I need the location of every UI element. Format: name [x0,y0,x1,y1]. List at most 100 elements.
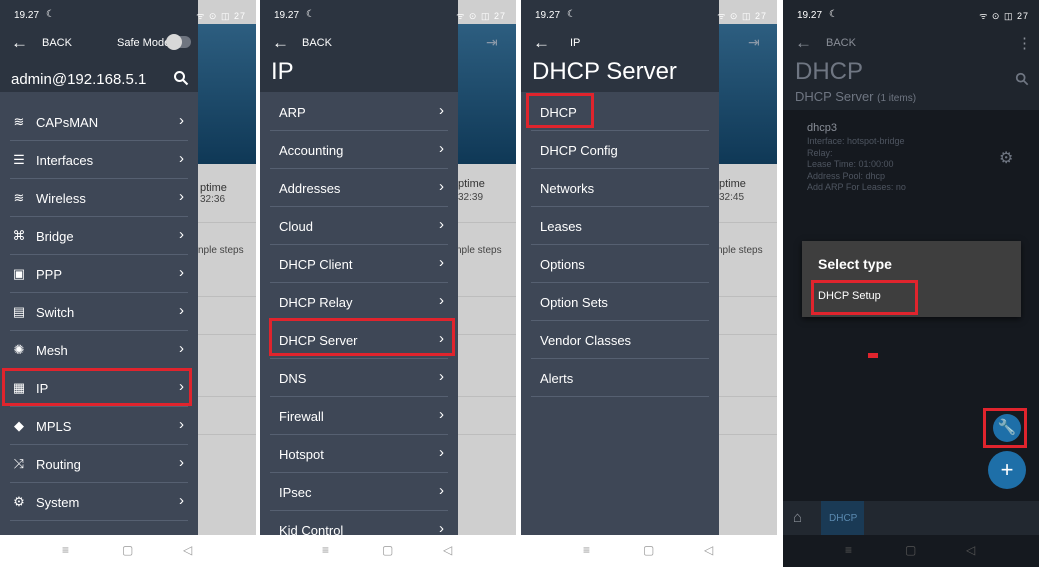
menu-item-ipsec[interactable]: IPsec › [260,473,458,511]
menu-item-dhcp-client[interactable]: DHCP Client › [260,245,458,283]
page-title: IP [271,58,294,85]
menu-item-option-sets[interactable]: Option Sets [521,283,719,321]
home-nav-icon[interactable]: ▢ [122,543,133,557]
menu-item-dns[interactable]: DNS › [260,359,458,397]
chevron-right-icon: › [179,150,184,167]
back-label[interactable]: BACK [826,37,856,49]
menu-nav-icon[interactable]: ≡ [845,543,852,557]
back-arrow-icon[interactable]: ← [272,33,289,53]
status-bar: 19.27 ☾ ᯤ ⊙ ◫ 27 [260,0,516,30]
android-nav-bar: ≡ ▢ ◁ [521,535,777,567]
item-detail-line: Address Pool: dhcp [807,170,886,181]
menu-item-routing[interactable]: ⤨ Routing › [0,445,198,483]
chevron-right-icon: › [179,188,184,205]
menu-item-label: Mesh [36,343,68,358]
menu-item-label: DHCP Config [540,143,618,158]
menu-item-accounting[interactable]: Accounting › [260,131,458,169]
chevron-right-icon: › [179,226,184,243]
menu-item-system[interactable]: ⚙ System › [0,483,198,521]
status-time: 19.27 [535,10,561,21]
menu-item-label: Leases [540,219,582,234]
menu-item-dhcp-config[interactable]: DHCP Config [521,131,719,169]
back-label[interactable]: IP [570,37,580,49]
item-details: Interface: hotspot-bridge Relay: Lease Tim… [807,136,906,194]
menu-item-label: Alerts [540,371,574,386]
back-nav-icon[interactable]: ◁ [443,543,452,557]
menu-item-networks[interactable]: Networks [521,169,719,207]
back-nav-icon[interactable]: ◁ [183,543,192,557]
bottom-tab-bar: ⌂ DHCP [783,501,1039,535]
highlight-dhcp-setup [811,280,918,315]
wifi-icon: ≋ [13,190,25,205]
menu-item-cloud[interactable]: Cloud › [260,207,458,245]
back-arrow-icon[interactable]: ← [11,33,28,53]
menu-item-leases[interactable]: Leases [521,207,719,245]
menu-item-mesh[interactable]: ✺ Mesh › [0,331,198,369]
back-label[interactable]: BACK [42,37,72,49]
wifi-icon: ≋ [13,114,25,129]
menu-item-addresses[interactable]: Addresses › [260,169,458,207]
add-fab[interactable]: + [988,451,1026,489]
tab-dhcp[interactable]: DHCP [821,501,864,535]
back-arrow-icon[interactable]: ← [795,33,812,53]
item-detail-line: Relay: [807,147,833,158]
menu-item-switch[interactable]: ▤ Switch › [0,293,198,331]
interfaces-icon: ☰ [13,152,25,167]
menu-item-label: DHCP Client [279,257,353,272]
menu-item-arp[interactable]: ARP › [260,93,458,131]
menu-item-label: CAPsMAN [36,115,99,130]
status-bar: 19.27 ☾ ᯤ ⊙ ◫ 27 [0,0,256,30]
menu-item-label: Wireless [36,191,86,206]
menu-nav-icon[interactable]: ≡ [583,543,590,557]
back-arrow-icon[interactable]: ← [533,33,550,53]
dhcp-list-item[interactable]: dhcp3 Interface: hotspot-bridge Relay: Lea… [783,114,1039,196]
search-icon[interactable] [173,70,189,86]
safe-mode-toggle[interactable] [166,34,191,50]
gear-icon[interactable]: ⚙ [999,148,1013,168]
menu-item-options[interactable]: Options [521,245,719,283]
bg-uptime-text: ptime [719,178,746,190]
menu-item-alerts[interactable]: Alerts [521,359,719,397]
menu-item-mpls[interactable]: ◆ MPLS › [0,407,198,445]
highlight-ip [2,368,192,406]
menu-item-label: ARP [279,105,306,120]
back-nav-icon[interactable]: ◁ [704,543,713,557]
subtitle-text: DHCP Server [795,89,874,104]
menu-nav-icon[interactable]: ≡ [62,543,69,557]
back-nav-icon[interactable]: ◁ [966,543,975,557]
bg-uptime-text: ptime [200,182,227,194]
exit-icon[interactable]: ⇥ [486,34,498,51]
status-icons: ᯤ ⊙ ◫ 27 [456,11,506,21]
home-nav-icon[interactable]: ▢ [382,543,393,557]
wrench-fab[interactable]: 🔧 [993,414,1021,442]
home-nav-icon[interactable]: ▢ [905,543,916,557]
menu-item-bridge[interactable]: ⌘ Bridge › [0,217,198,255]
menu-item-capsman[interactable]: ≋ CAPsMAN › [0,103,198,141]
menu-item-hotspot[interactable]: Hotspot › [260,435,458,473]
menu-item-ppp[interactable]: ▣ PPP › [0,255,198,293]
item-detail-line: Add ARP For Leases: no [807,182,906,192]
menu-nav-icon[interactable]: ≡ [322,543,329,557]
android-nav-bar: ≡ ▢ ◁ [260,535,516,567]
menu-item-dhcp-relay[interactable]: DHCP Relay › [260,283,458,321]
more-vert-icon[interactable]: ⋮ [1017,34,1032,52]
gear-icon: ⚙ [13,494,25,509]
android-nav-bar: ≡ ▢ ◁ [783,535,1039,567]
menu-item-firewall[interactable]: Firewall › [260,397,458,435]
chevron-right-icon: › [439,216,444,233]
menu-item-interfaces[interactable]: ☰ Interfaces › [0,141,198,179]
menu-item-label: Routing [36,457,81,472]
home-icon[interactable]: ⌂ [793,509,802,526]
menu-item-vendor-classes[interactable]: Vendor Classes [521,321,719,359]
menu-item-label: Cloud [279,219,313,234]
chevron-right-icon: › [439,482,444,499]
menu-item-label: PPP [36,267,63,282]
search-icon[interactable] [1015,72,1029,86]
back-label[interactable]: BACK [302,37,332,49]
home-nav-icon[interactable]: ▢ [643,543,654,557]
chevron-right-icon: › [439,102,444,119]
menu-item-wireless[interactable]: ≋ Wireless › [0,179,198,217]
chevron-right-icon: › [179,492,184,509]
exit-icon[interactable]: ⇥ [748,34,760,51]
menu-item-label: Addresses [279,181,341,196]
